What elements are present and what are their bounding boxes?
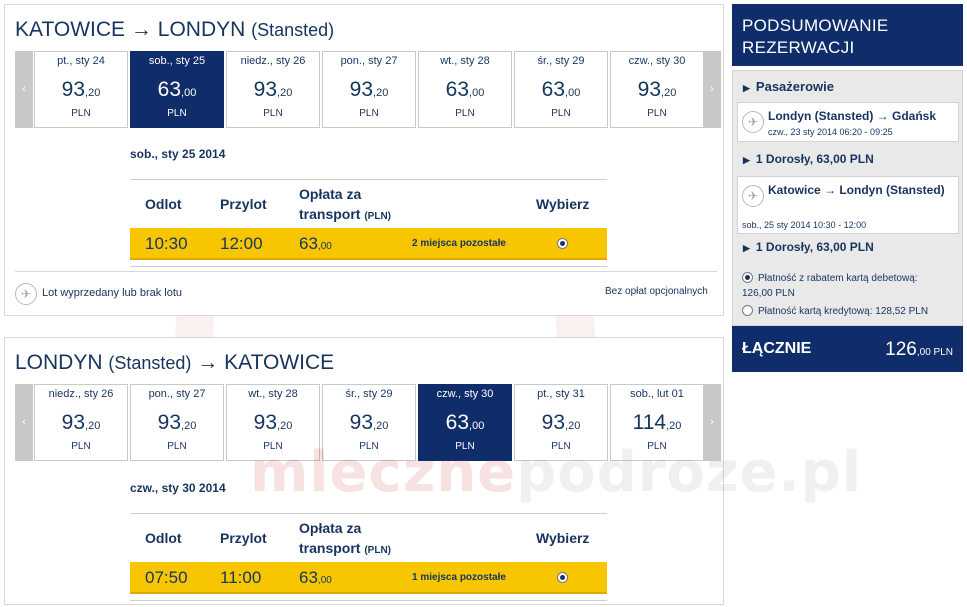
inbound-day-1[interactable]: pon., sty 27 93,20 PLN [130,384,224,461]
outbound-prev-arrow-icon[interactable]: ‹ [15,51,33,128]
inbound-header-arrive: Przylot [220,530,267,546]
triangle-right-icon: ▶ [743,83,750,93]
total-label: ŁĄCZNIE [742,340,812,357]
inbound-date-strip: ‹ niedz., sty 26 93,20 PLN pon., sty 27 … [15,384,722,463]
inbound-header-fare: Opłata za transport (PLN) [299,520,392,556]
inbound-header-select: Wybierz [536,530,590,546]
inbound-day-5[interactable]: pt., sty 31 93,20 PLN [514,384,608,461]
outbound-arrive-time: 12:00 [220,234,263,253]
summary-flight-2-time: sob., 25 sty 2014 10:30 - 12:00 [742,220,867,230]
outbound-selected-date: sob., sty 25 2014 [130,147,226,161]
outbound-day-6[interactable]: czw., sty 30 93,20 PLN [610,51,704,128]
inbound-flight-section: LONDYN (Stansted) → KATOWICE ‹ niedz., s… [4,337,724,605]
payment-debit-radio[interactable] [742,272,753,283]
summary-flight-2-route: Katowice → Londyn (Stansted) [768,183,945,197]
inbound-flight-row[interactable]: 07:50 11:00 63,00 1 miejsca pozostałe [130,562,607,594]
outbound-header-fare: Opłata za transport (PLN) [299,186,392,222]
legend-divider [15,271,717,272]
outbound-route-title: KATOWICE → LONDYN (Stansted) [15,18,335,41]
payment-debit-option[interactable]: Płatność z rabatem kartą debetową: 126,0… [742,271,918,301]
passengers-toggle[interactable]: ▶ Pasażerowie [737,73,959,100]
summary-flight-1-pax[interactable]: ▶ 1 Dorosły, 63,00 PLN [737,146,959,172]
outbound-day-1[interactable]: sob., sty 25 63,00 PLN [130,51,224,128]
inbound-route-title: LONDYN (Stansted) → KATOWICE [15,351,335,374]
inbound-select-radio[interactable] [557,572,568,583]
summary-flight-2: ✈ Katowice → Londyn (Stansted) sob., 25 … [737,176,959,234]
inbound-header-depart: Odlot [145,530,182,546]
outbound-depart-time: 10:30 [145,234,188,253]
legend-soldout-text: Lot wyprzedany lub brak lotu [42,287,183,299]
outbound-date-strip: ‹ pt., sty 24 93,20 PLN sob., sty 25 63,… [15,51,722,130]
inbound-day-2[interactable]: wt., sty 28 93,20 PLN [226,384,320,461]
outbound-flight-table: Odlot Przylot Opłata za transport (PLN) … [130,179,607,267]
summary-flight-1-time: czw., 23 sty 2014 06:20 - 09:25 [768,127,893,137]
outbound-fare: 63,00 [299,234,332,253]
plane-icon: ✈ [742,111,764,133]
inbound-arrive-time: 11:00 [220,568,262,587]
outbound-day-2[interactable]: niedz., sty 26 93,20 PLN [226,51,320,128]
total-value: 126,00 PLN [885,339,953,360]
legend-no-fees-text: Bez opłat opcjonalnych [605,286,708,297]
inbound-selected-date: czw., sty 30 2014 [130,481,226,495]
outbound-header-select: Wybierz [536,196,590,212]
inbound-seats-left: 1 miejsca pozostałe [412,572,506,583]
outbound-select-radio[interactable] [557,238,568,249]
outbound-day-3[interactable]: pon., sty 27 93,20 PLN [322,51,416,128]
triangle-right-icon: ▶ [743,155,750,165]
payment-credit-option[interactable]: Płatność kartą kredytową: 128,52 PLN [742,304,928,319]
inbound-day-6[interactable]: sob., lut 01 114,20 PLN [610,384,704,461]
outbound-flight-section: KATOWICE → LONDYN (Stansted) ‹ pt., sty … [4,4,724,316]
summary-flight-2-pax[interactable]: ▶ 1 Dorosły, 63,00 PLN [737,234,959,260]
summary-flight-1-route: Londyn (Stansted) → Gdańsk [768,109,937,123]
inbound-day-0[interactable]: niedz., sty 26 93,20 PLN [34,384,128,461]
inbound-prev-arrow-icon[interactable]: ‹ [15,384,33,461]
summary-total: ŁĄCZNIE 126,00 PLN [732,326,963,372]
payment-credit-radio[interactable] [742,305,753,316]
outbound-flight-row[interactable]: 10:30 12:00 63,00 2 miejsca pozostałe [130,228,607,260]
outbound-day-5[interactable]: śr., sty 29 63,00 PLN [514,51,608,128]
plane-icon: ✈ [15,283,37,305]
inbound-next-arrow-icon[interactable]: › [703,384,721,461]
inbound-fare: 63,00 [299,568,332,587]
inbound-day-3[interactable]: śr., sty 29 93,20 PLN [322,384,416,461]
triangle-right-icon: ▶ [743,243,750,253]
outbound-seats-left: 2 miejsca pozostałe [412,238,506,249]
outbound-day-0[interactable]: pt., sty 24 93,20 PLN [34,51,128,128]
inbound-day-4[interactable]: czw., sty 30 63,00 PLN [418,384,512,461]
outbound-day-4[interactable]: wt., sty 28 63,00 PLN [418,51,512,128]
inbound-flight-table: Odlot Przylot Opłata za transport (PLN) … [130,513,607,601]
outbound-next-arrow-icon[interactable]: › [703,51,721,128]
outbound-header-arrive: Przylot [220,196,267,212]
outbound-header-depart: Odlot [145,196,182,212]
summary-title: PODSUMOWANIE REZERWACJI [732,4,963,66]
inbound-depart-time: 07:50 [145,568,188,587]
summary-body: ▶ Pasażerowie ✈ Londyn (Stansted) → Gdańs… [732,70,963,326]
plane-icon: ✈ [742,185,764,207]
summary-flight-1: ✈ Londyn (Stansted) → Gdańsk czw., 23 st… [737,102,959,142]
